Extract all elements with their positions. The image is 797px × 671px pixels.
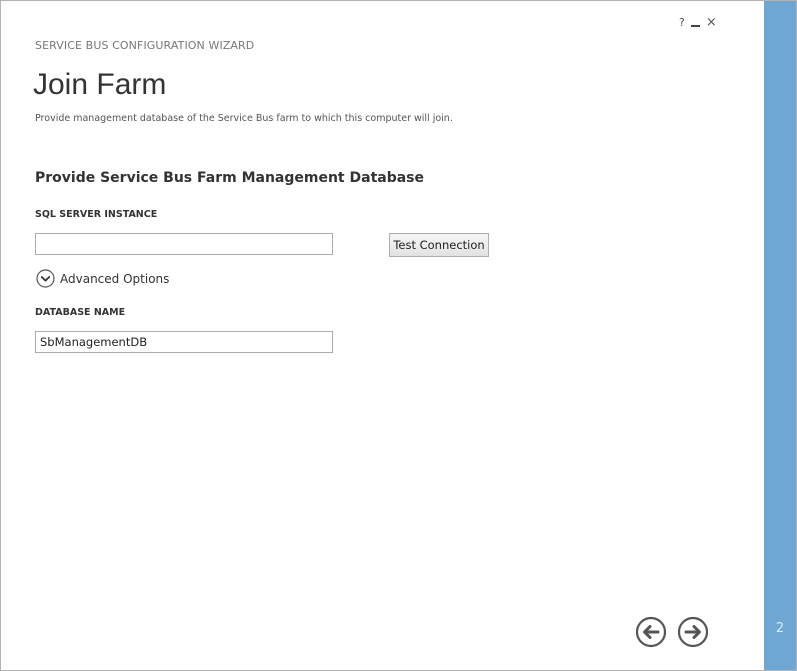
advanced-options-label: Advanced Options	[60, 271, 170, 286]
side-panel: 2	[764, 1, 796, 670]
next-button[interactable]	[677, 616, 709, 648]
wizard-title: SERVICE BUS CONFIGURATION WIZARD	[35, 39, 255, 52]
database-name-input[interactable]	[35, 331, 333, 353]
test-connection-button[interactable]: Test Connection	[389, 233, 489, 257]
page-title: Join Farm	[33, 68, 167, 101]
wizard-window: ? × SERVICE BUS CONFIGURATION WIZARD Joi…	[0, 0, 797, 671]
sql-server-instance-label: SQL SERVER INSTANCE	[35, 209, 158, 220]
step-number: 2	[775, 621, 785, 636]
page-description: Provide management database of the Servi…	[35, 113, 453, 124]
database-name-label: DATABASE NAME	[35, 307, 126, 318]
chevron-down-circle-icon	[36, 269, 55, 288]
window-controls: ? ×	[679, 16, 717, 29]
close-icon[interactable]: ×	[706, 16, 717, 29]
minimize-icon[interactable]	[690, 25, 700, 27]
section-heading: Provide Service Bus Farm Management Data…	[35, 170, 425, 186]
help-icon[interactable]: ?	[679, 17, 685, 29]
sql-server-instance-input[interactable]	[35, 233, 333, 255]
advanced-options-toggle[interactable]: Advanced Options	[36, 269, 169, 288]
back-button[interactable]	[635, 616, 667, 648]
